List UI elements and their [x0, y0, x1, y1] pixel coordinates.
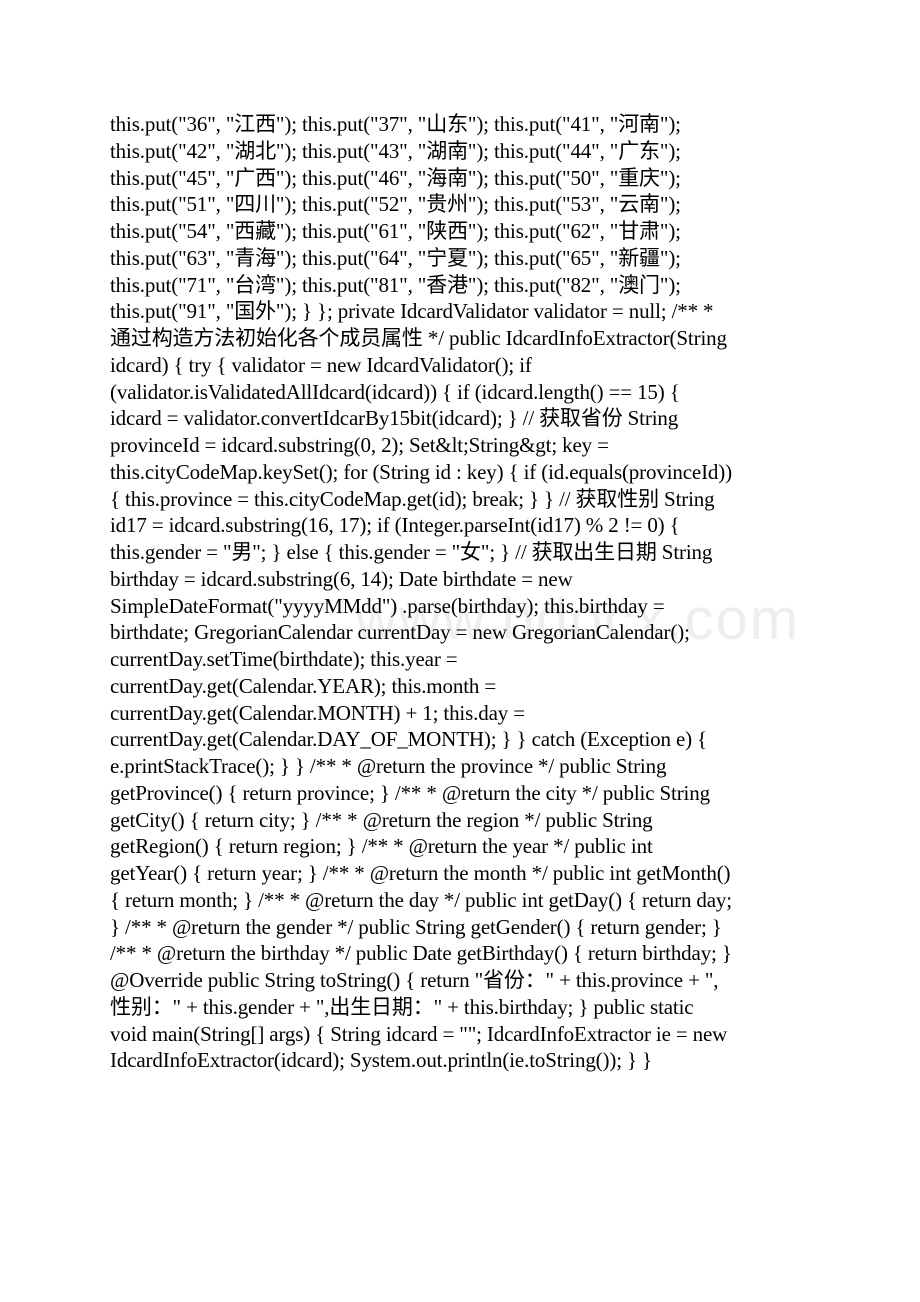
code-line: (validator.isValidatedAllIdcard(idcard))…	[110, 379, 680, 404]
code-line: SimpleDateFormat("yyyyMMdd") .parse(birt…	[110, 593, 665, 618]
code-line: e.printStackTrace(); } } /** * @return t…	[110, 754, 667, 778]
code-line: this.put("51", "四川"); this.put("52", "贵州…	[110, 192, 681, 217]
code-line: this.put("42", "湖北"); this.put("43", "湖南…	[110, 138, 681, 163]
code-line: } /** * @return the gender */ public Str…	[110, 914, 722, 939]
code-line: this.put("45", "广西"); this.put("46", "海南…	[110, 165, 681, 190]
code-line: /** * @return the birthday */ public Dat…	[110, 941, 732, 966]
code-line: 通过构造方法初始化各个成员属性 */ public IdcardInfoExtr…	[110, 326, 727, 350]
code-line: getYear() { return year; } /** * @return…	[110, 861, 731, 885]
code-line: currentDay.get(Calendar.MONTH) + 1; this…	[110, 700, 525, 725]
code-line: currentDay.setTime(birthdate); this.year…	[110, 647, 458, 671]
code-line: currentDay.get(Calendar.YEAR); this.mont…	[110, 673, 497, 698]
code-line: @Override public String toString() { ret…	[110, 968, 719, 992]
code-line: this.put("36", "江西"); this.put("37", "山东…	[110, 112, 681, 136]
code-line: idcard) { try { validator = new IdcardVa…	[110, 352, 532, 377]
code-line: getProvince() { return province; } /** *…	[110, 780, 710, 805]
code-line: birthday = idcard.substring(6, 14); Date…	[110, 566, 573, 591]
code-line: { return month; } /** * @return the day …	[110, 887, 732, 912]
code-line: birthdate; GregorianCalendar currentDay …	[110, 620, 690, 645]
code-line: { this.province = this.cityCodeMap.get(i…	[110, 486, 715, 511]
code-line: this.put("91", "国外"); } }; private Idcar…	[110, 299, 714, 324]
code-line: getCity() { return city; } /** * @return…	[110, 807, 653, 832]
code-line: currentDay.get(Calendar.DAY_OF_MONTH); }…	[110, 727, 707, 752]
code-line: this.put("63", "青海"); this.put("64", "宁夏…	[110, 245, 681, 270]
code-line: id17 = idcard.substring(16, 17); if (Int…	[110, 513, 680, 538]
code-line: this.gender = "男"; } else { this.gender …	[110, 540, 713, 564]
code-line: 性别：" + this.gender + ",出生日期：" + this.bir…	[110, 994, 694, 1019]
code-line: this.put("71", "台湾"); this.put("81", "香港…	[110, 272, 681, 297]
code-line: IdcardInfoExtractor(idcard); System.out.…	[110, 1048, 652, 1073]
code-line: idcard = validator.convertIdcarBy15bit(i…	[110, 406, 679, 431]
code-line: void main(String[] args) { String idcard…	[110, 1021, 728, 1046]
code-line: getRegion() { return region; } /** * @re…	[110, 834, 653, 859]
code-line: this.put("54", "西藏"); this.put("61", "陕西…	[110, 219, 681, 243]
document-body: this.put("36", "江西"); this.put("37", "山东…	[110, 111, 810, 1074]
code-line: provinceId = idcard.substring(0, 2); Set…	[110, 433, 609, 457]
code-line: this.cityCodeMap.keySet(); for (String i…	[110, 459, 732, 484]
